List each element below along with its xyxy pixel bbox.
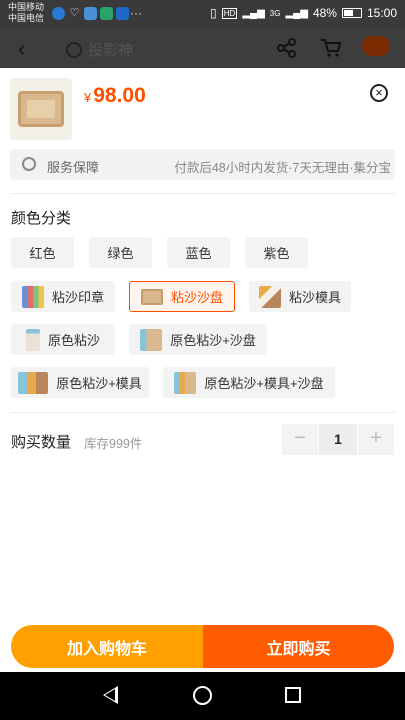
carrier-2: 中国电信 — [8, 13, 45, 23]
option-purple[interactable]: 紫色 — [245, 237, 308, 268]
option-sand-stamp[interactable]: 粘沙印章 — [11, 281, 115, 312]
background-search-text: 投影神 — [88, 42, 134, 59]
option-sand-mold[interactable]: 粘沙模具 — [249, 281, 351, 312]
more-menu-icon — [362, 36, 390, 56]
option-original-sand[interactable]: 原色粘沙 — [11, 324, 115, 355]
vibrate-icon: ▯ — [210, 6, 217, 20]
product-price: ¥ 98.00 — [84, 84, 146, 108]
stock-count: 库存999件 — [84, 437, 143, 451]
option-original-sand-mold[interactable]: 原色粘沙+模具 — [11, 367, 149, 398]
notification-app-icon — [116, 7, 129, 20]
system-navigation-bar — [0, 672, 405, 720]
option-sand-tray[interactable]: 粘沙沙盘 — [129, 281, 235, 312]
service-label: 服务保障 — [47, 160, 100, 175]
carrier-1: 中国移动 — [8, 2, 45, 12]
divider — [10, 193, 395, 194]
option-label: 原色粘沙+沙盘 — [170, 333, 256, 348]
option-original-sand-tray[interactable]: 原色粘沙+沙盘 — [129, 324, 267, 355]
notification-app-icon — [84, 7, 97, 20]
more-notifications-icon: ··· — [130, 6, 142, 20]
option-blue[interactable]: 蓝色 — [167, 237, 230, 268]
nav-home-icon[interactable] — [193, 686, 212, 705]
option-original-sand-mold-tray[interactable]: 原色粘沙+模具+沙盘 — [163, 367, 335, 398]
heart-icon: ♡ — [69, 7, 80, 19]
sand-tray-image — [18, 91, 64, 127]
back-arrow-icon: ‹ — [18, 36, 26, 61]
cart-icon — [321, 39, 342, 57]
sku-selection-sheet: ¥ 98.00 × 服务保障 付款后48小时内发货·7天无理由·集分宝 颜色分类… — [0, 68, 405, 672]
background-page-header: ‹ 投影神 — [0, 28, 405, 68]
add-to-cart-button[interactable]: 加入购物车 — [11, 625, 203, 668]
search-icon — [66, 41, 82, 58]
option-label: 蓝色 — [185, 246, 212, 261]
battery-icon — [341, 8, 362, 18]
product-thumbnail — [10, 78, 72, 140]
quantity-title: 购买数量 — [11, 434, 72, 451]
system-indicators: ▯ HD ▂▄▆ 3G ▂▄▆ 48% 15:00 — [210, 6, 397, 20]
option-label: 原色粘沙+模具 — [56, 376, 142, 391]
carrier-labels: 中国移动 中国电信 — [8, 2, 44, 24]
hd-icon: HD — [221, 7, 238, 19]
quantity-stepper: − 1 + — [282, 424, 394, 455]
option-label: 紫色 — [263, 246, 290, 261]
option-green[interactable]: 绿色 — [89, 237, 152, 268]
mold-set-icon — [258, 285, 281, 308]
color-section-title: 颜色分类 — [11, 210, 72, 227]
signal-icon: ▂▄▆ — [242, 7, 265, 19]
option-label: 粘沙印章 — [51, 290, 104, 305]
sand-bottle-icon — [25, 328, 40, 351]
stamp-set-icon — [21, 285, 44, 308]
share-icon — [277, 38, 296, 58]
sand-tray-combo-icon — [140, 328, 163, 351]
full-combo-icon — [174, 371, 197, 394]
option-label: 红色 — [29, 246, 56, 261]
quantity-input[interactable]: 1 — [319, 424, 357, 455]
option-label: 绿色 — [107, 246, 134, 261]
service-value: 付款后48小时内发货·7天无理由·集分宝 — [174, 161, 391, 175]
close-icon[interactable]: × — [370, 84, 388, 102]
option-label: 原色粘沙+模具+沙盘 — [204, 376, 324, 391]
sand-tray-icon — [140, 288, 163, 305]
service-guarantee[interactable]: 服务保障 付款后48小时内发货·7天无理由·集分宝 — [10, 149, 395, 180]
option-label: 粘沙模具 — [288, 290, 341, 305]
status-bar: 中国移动 中国电信 ♡ ··· ▯ HD ▂▄▆ 3G ▂▄▆ 48% 15:0… — [0, 0, 405, 28]
buy-now-button[interactable]: 立即购买 — [203, 625, 394, 668]
increment-button[interactable]: + — [358, 424, 394, 455]
option-label: 原色粘沙 — [47, 333, 100, 348]
notification-app-icon — [52, 7, 65, 20]
nav-recents-icon[interactable] — [285, 687, 301, 703]
nav-back-icon[interactable] — [103, 686, 118, 704]
price-value: 98.00 — [93, 84, 146, 107]
decrement-button[interactable]: − — [282, 424, 318, 455]
battery-percent: 48% — [312, 6, 337, 20]
notification-icons: ♡ — [52, 7, 129, 20]
signal-icon: ▂▄▆ — [285, 7, 308, 19]
option-red[interactable]: 红色 — [11, 237, 74, 268]
clock: 15:00 — [366, 6, 397, 20]
notification-app-icon — [100, 7, 113, 20]
option-label: 粘沙沙盘 — [170, 290, 223, 305]
network-type: 3G — [269, 8, 281, 18]
background-search: 投影神 — [66, 39, 133, 60]
guarantee-icon — [22, 157, 36, 171]
divider — [10, 412, 395, 413]
sand-mold-combo-icon — [18, 371, 49, 394]
price-currency: ¥ — [84, 90, 92, 105]
